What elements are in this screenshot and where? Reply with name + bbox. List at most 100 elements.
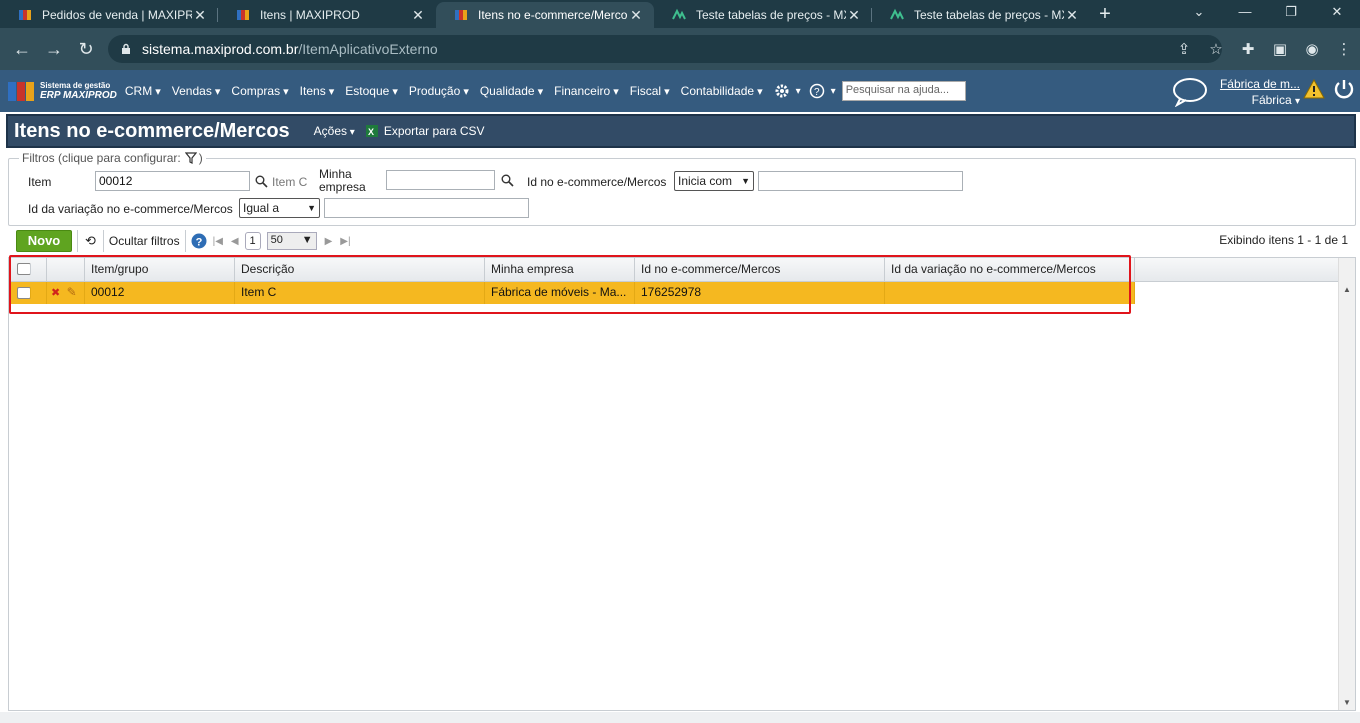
menu-contabilidade[interactable]: Contabilidade [681,84,763,98]
help-icon[interactable]: ? [809,83,825,99]
browser-tab-pedidos[interactable]: Pedidos de venda | MAXIPRO ✕ [0,2,218,28]
variacao-operator-select[interactable]: Igual a ▼ [239,198,320,218]
select-all-checkbox[interactable] [17,263,31,275]
power-icon[interactable] [1333,78,1355,100]
filter-icon[interactable] [184,152,197,164]
close-window-icon[interactable]: ✕ [1314,0,1360,28]
page-title-bar: Itens no e-commerce/Mercos Ações X Expor… [6,114,1356,148]
menu-itens[interactable]: Itens [300,84,335,98]
browser-menu-icon[interactable]: ⋮ [1328,40,1360,58]
novo-button[interactable]: Novo [16,230,72,252]
col-item-grupo[interactable]: Item/grupo [85,258,235,281]
help-dropdown-icon[interactable]: ▾ [831,86,836,97]
cell-item[interactable]: 00012 [85,282,235,304]
close-tab-icon[interactable]: ✕ [410,7,426,24]
company-name[interactable]: Fábrica de m... [1220,76,1300,92]
restore-icon[interactable]: ❐ [1268,0,1314,28]
minimize-icon[interactable]: — [1222,0,1268,28]
export-csv-label: Exportar para CSV [383,124,485,138]
forward-icon[interactable]: → [38,39,70,60]
gear-icon[interactable] [774,83,790,99]
page-size-select[interactable]: 50 ▼ [266,232,317,250]
variacao-input[interactable] [324,198,529,218]
next-page-icon[interactable]: ▶ [325,236,333,247]
filters-legend-close: ) [198,151,203,165]
prev-page-icon[interactable]: ◀ [231,236,239,247]
ecommerce-id-operator-select[interactable]: Inicia com ▼ [674,171,754,191]
menu-financeiro[interactable]: Financeiro [554,84,619,98]
tab-title: Itens | MAXIPROD [260,8,360,22]
company-unit: Fábrica [1251,93,1292,107]
close-tab-icon[interactable]: ✕ [192,7,208,24]
export-csv-button[interactable]: X Exportar para CSV [365,124,485,138]
menu-crm[interactable]: CRM [125,84,161,98]
hide-filters-button[interactable]: Ocultar filtros [109,234,180,248]
search-icon[interactable] [255,175,268,188]
browser-tab-itens[interactable]: Itens | MAXIPROD ✕ [218,2,436,28]
menu-producao[interactable]: Produção [409,84,469,98]
filters-legend-text: Filtros (clique para configurar: [22,151,181,165]
browser-tab-precos-1[interactable]: Teste tabelas de preços - MX ✕ [654,2,872,28]
sidebar-icon[interactable]: ▣ [1264,40,1296,58]
new-tab-button[interactable]: + [1090,2,1120,28]
filters-legend[interactable]: Filtros (clique para configurar: ) [19,151,206,165]
app-navbar: Sistema de gestão ERP MAXIPROD CRM Venda… [0,70,1360,112]
refresh-icon[interactable]: ⟲ [85,233,96,249]
scroll-down-icon[interactable]: ▼ [1343,698,1351,707]
menu-qualidade[interactable]: Qualidade [480,84,543,98]
scroll-up-icon[interactable]: ▲ [1343,285,1351,294]
menu-compras[interactable]: Compras [231,84,288,98]
edit-pencil-icon[interactable]: ✎ [67,285,77,299]
chevron-down-icon: ▼ [741,176,750,186]
browser-tab-precos-2[interactable]: Teste tabelas de preços - MX ✕ [872,2,1090,28]
cell-descricao: Item C [235,282,485,304]
first-page-icon[interactable]: |◀ [213,236,223,247]
help-icon[interactable]: ? [191,233,207,249]
url-path: /ItemAplicativoExterno [298,41,438,57]
close-tab-icon[interactable]: ✕ [628,7,644,24]
bookmark-star-icon[interactable]: ☆ [1200,40,1232,58]
chevron-down-icon[interactable]: ▾ [1295,96,1300,107]
page-number-input[interactable]: 1 [244,232,261,250]
maxiprod-logo-icon [8,82,34,101]
help-search-input[interactable]: Pesquisar na ajuda... [841,81,966,101]
warning-icon[interactable] [1303,79,1325,99]
extensions-icon[interactable]: ✚ [1232,40,1264,58]
share-icon[interactable]: ⇪ [1168,40,1200,58]
excel-icon: X [365,125,378,137]
menu-estoque[interactable]: Estoque [345,84,398,98]
delete-icon[interactable]: ✖ [51,287,60,299]
url-host: sistema.maxiprod.com.br [142,41,299,57]
profile-avatar[interactable]: ◉ [1296,40,1328,58]
col-minha-empresa[interactable]: Minha empresa [485,258,635,281]
search-icon[interactable] [501,174,514,187]
actions-menu[interactable]: Ações [314,124,355,138]
back-icon[interactable]: ← [6,39,38,60]
close-tab-icon[interactable]: ✕ [846,7,862,24]
ecommerce-id-input[interactable] [758,171,963,191]
tab-search-icon[interactable]: ⌄ [1176,0,1222,28]
vertical-scrollbar[interactable]: ▲ ▼ [1338,258,1355,710]
menu-vendas[interactable]: Vendas [172,84,221,98]
browser-tab-ecommerce[interactable]: Itens no e-commerce/Merco ✕ [436,2,654,28]
empresa-input[interactable] [386,170,495,190]
table-row[interactable]: ✖ ✎ 00012 Item C Fábrica de móveis - Ma.… [9,282,1339,304]
item-input[interactable]: 00012 [95,171,250,191]
row-checkbox[interactable] [17,287,31,299]
last-page-icon[interactable]: ▶| [340,236,350,247]
cell-variacao-id [885,282,1135,304]
menu-fiscal[interactable]: Fiscal [630,84,670,98]
col-ecommerce-id[interactable]: Id no e-commerce/Mercos [635,258,885,281]
maxiprod-favicon-icon [455,10,467,20]
reload-icon[interactable]: ↻ [70,39,102,60]
window-controls: ⌄ — ❐ ✕ [1176,0,1360,28]
close-tab-icon[interactable]: ✕ [1064,7,1080,24]
company-selector[interactable]: Fábrica de m... Fábrica ▾ [1220,76,1300,110]
gear-dropdown-icon[interactable]: ▾ [796,86,801,97]
col-descricao[interactable]: Descrição [235,258,485,281]
address-bar[interactable]: sistema.maxiprod.com.br/ItemAplicativoEx… [108,35,1222,63]
logo[interactable]: Sistema de gestão ERP MAXIPROD [7,79,117,103]
chat-icon[interactable] [1172,77,1208,107]
col-variacao-id[interactable]: Id da variação no e-commerce/Mercos [885,258,1135,281]
main-menu: CRM Vendas Compras Itens Estoque Produçã… [125,81,966,101]
